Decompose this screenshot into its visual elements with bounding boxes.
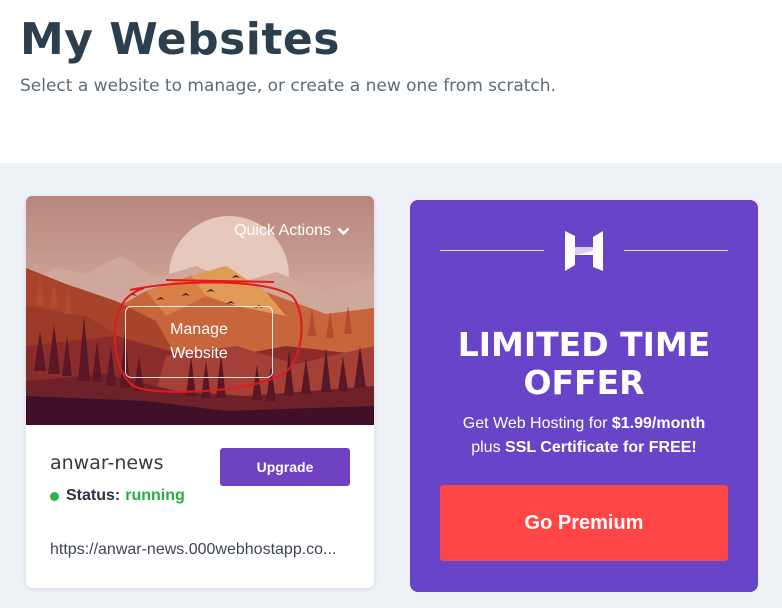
quick-actions-label: Quick Actions [234,222,331,239]
website-name: anwar-news [50,452,164,474]
promo-card: LIMITED TIME OFFER Get Web Hosting for $… [410,200,758,592]
promo-desc-prefix: Get Web Hosting for [462,415,612,432]
promo-headline-line2: OFFER [523,363,645,402]
manage-label-line2: Website [170,345,228,362]
website-card: Quick Actions Manage Website anwar-news … [26,196,374,588]
promo-headline: LIMITED TIME OFFER [410,326,758,402]
page-header: My Websites Select a website to manage, … [0,0,782,163]
promo-description: Get Web Hosting for $1.99/month plus SSL… [410,412,758,460]
chevron-down-icon [337,227,350,235]
status-label: Status: [66,487,121,504]
promo-divider-right [624,250,728,251]
status-value: running [125,487,185,504]
promo-divider-left [440,250,544,251]
website-url-link[interactable]: https://anwar-news.000webhostapp.co... [50,541,356,559]
promo-headline-line1: LIMITED TIME [457,325,711,364]
promo-price: $1.99/month [611,415,706,432]
manage-label-line1: Manage [170,321,228,338]
status-dot-icon [50,491,59,501]
hostinger-logo-icon [565,231,603,271]
promo-desc-mid: plus [471,439,506,456]
website-thumbnail: Quick Actions Manage Website [26,196,374,425]
page-title: My Websites [20,14,340,65]
go-premium-button[interactable]: Go Premium [440,485,728,561]
quick-actions-dropdown[interactable]: Quick Actions [234,222,350,240]
page-subtitle: Select a website to manage, or create a … [20,76,556,96]
upgrade-button[interactable]: Upgrade [220,448,350,486]
status-row: Status: running [50,487,185,505]
manage-website-button[interactable]: Manage Website [125,306,273,378]
promo-ssl: SSL Certificate for FREE! [505,439,697,456]
